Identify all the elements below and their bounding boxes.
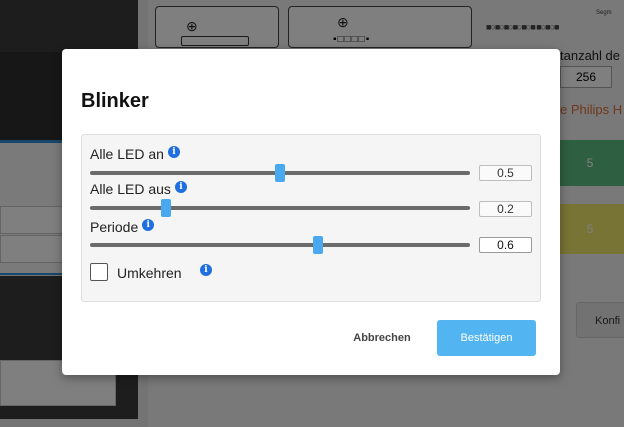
settings-panel: Alle LED an i 0.5 Alle LED aus i 0.2 Perio… bbox=[81, 134, 541, 302]
confirm-button[interactable]: Bestätigen bbox=[437, 320, 536, 356]
info-icon[interactable]: i bbox=[167, 146, 180, 158]
invert-checkbox[interactable] bbox=[90, 263, 108, 281]
slider-label-text: Alle LED aus bbox=[90, 181, 171, 197]
slider-thumb[interactable] bbox=[161, 199, 171, 217]
blinker-dialog: Blinker Alle LED an i 0.5 Alle LED aus i 0… bbox=[62, 49, 560, 375]
invert-checkbox-label[interactable]: Umkehren bbox=[117, 265, 182, 281]
cancel-button[interactable]: Abbrechen bbox=[337, 326, 427, 350]
dialog-title: Blinker bbox=[81, 90, 149, 112]
slider-label-periode: Periode i bbox=[90, 219, 155, 235]
slider-thumb[interactable] bbox=[275, 164, 285, 182]
info-icon[interactable]: i bbox=[174, 181, 187, 193]
slider-label-alle-led-an: Alle LED an i bbox=[90, 146, 180, 162]
slider-alle-led-aus[interactable] bbox=[90, 199, 470, 217]
slider-thumb[interactable] bbox=[313, 236, 323, 254]
info-icon[interactable]: i bbox=[142, 219, 155, 231]
slider-label-alle-led-aus: Alle LED aus i bbox=[90, 181, 187, 197]
value-field-periode[interactable]: 0.6 bbox=[479, 237, 532, 253]
slider-label-text: Periode bbox=[90, 219, 139, 235]
value-field-alle-led-aus[interactable]: 0.2 bbox=[479, 201, 532, 217]
info-icon[interactable]: i bbox=[200, 264, 212, 276]
slider-label-text: Alle LED an bbox=[90, 146, 164, 162]
value-field-alle-led-an[interactable]: 0.5 bbox=[479, 165, 532, 181]
slider-alle-led-an[interactable] bbox=[90, 164, 470, 182]
slider-periode[interactable] bbox=[90, 236, 470, 254]
